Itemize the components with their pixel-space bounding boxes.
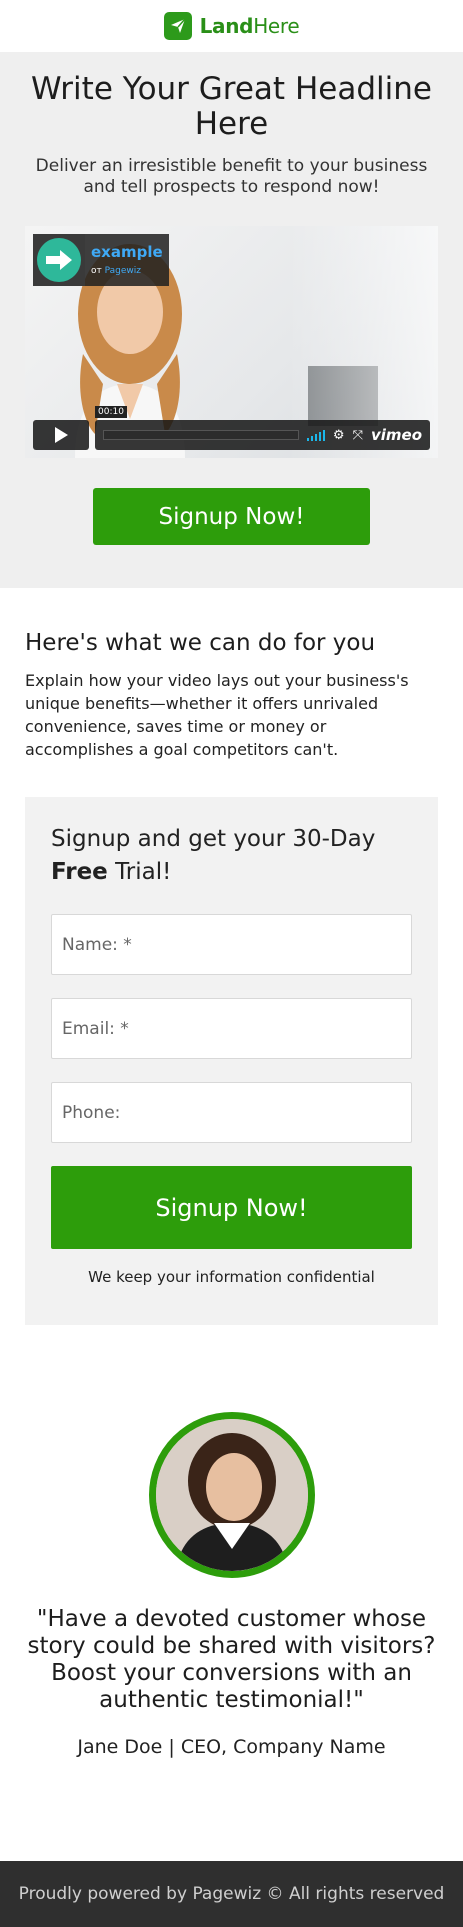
benefits-title: Here's what we can do for you — [25, 630, 376, 656]
hero-subheadline: Deliver an irresistible benefit to your … — [35, 156, 428, 197]
benefits-section: Here's what we can do for you Explain ho… — [0, 588, 463, 761]
video-badge-text: example от Pagewiz — [85, 234, 169, 286]
logo-send-icon — [163, 12, 192, 40]
phone-field[interactable] — [51, 1082, 412, 1143]
play-icon — [55, 427, 68, 443]
video-badge-by-label: от — [91, 265, 102, 276]
hero-headline: Write Your Great Headline Here — [31, 71, 432, 142]
video-badge-by: от Pagewiz — [91, 265, 163, 277]
form-title-end: Trial! — [115, 859, 172, 885]
video-channel-badge[interactable]: example от Pagewiz — [33, 234, 169, 286]
video-seek-track[interactable] — [103, 430, 299, 440]
logo-text-thin: Here — [253, 14, 300, 38]
signup-form: Signup and get your 30-Day Free Trial! Si… — [25, 797, 438, 1325]
name-field[interactable] — [51, 914, 412, 975]
hero-signup-button[interactable]: Signup Now! — [93, 488, 370, 545]
logo-text-bold: Land — [199, 14, 254, 38]
testimonial-section: "Have a devoted customer whose story cou… — [0, 1325, 463, 1852]
hero-section: Write Your Great Headline Here Deliver a… — [0, 52, 463, 588]
video-controls: 00:10 ⚙ ⤧ vimeo — [33, 406, 430, 450]
fullscreen-icon[interactable]: ⤧ — [353, 428, 363, 443]
form-title: Signup and get your 30-Day Free Trial! — [51, 823, 412, 889]
logo-text: LandHere — [200, 14, 300, 38]
form-title-bold: Free — [51, 859, 108, 885]
video-progress-bar[interactable]: 00:10 ⚙ ⤧ vimeo — [95, 406, 430, 450]
vimeo-logo[interactable]: vimeo — [371, 426, 422, 444]
privacy-note: We keep your information confidential — [88, 1268, 375, 1286]
benefits-body: Explain how your video lays out your bus… — [25, 671, 409, 759]
footer-text: Proudly powered by Pagewiz © All rights … — [18, 1884, 445, 1904]
settings-icon[interactable]: ⚙ — [333, 428, 345, 443]
page-footer: Proudly powered by Pagewiz © All rights … — [0, 1861, 463, 1927]
video-player[interactable]: example от Pagewiz 00:10 ⚙ ⤧ vimeo — [25, 226, 438, 458]
video-timecode: 00:10 — [95, 406, 127, 418]
form-signup-button[interactable]: Signup Now! — [51, 1166, 412, 1249]
volume-icon[interactable] — [306, 429, 325, 441]
video-badge-title: example — [91, 242, 163, 261]
play-button[interactable] — [33, 420, 89, 450]
form-title-start: Signup and get your 30-Day — [51, 826, 376, 852]
testimonial-avatar — [148, 1412, 315, 1578]
top-header: LandHere — [0, 0, 463, 52]
video-badge-brand: Pagewiz — [104, 265, 141, 276]
arrow-right-icon — [33, 234, 85, 286]
testimonial-quote: "Have a devoted customer whose story cou… — [27, 1606, 436, 1713]
email-field[interactable] — [51, 998, 412, 1059]
logo[interactable]: LandHere — [163, 12, 300, 40]
testimonial-author: Jane Doe | CEO, Company Name — [77, 1736, 386, 1758]
